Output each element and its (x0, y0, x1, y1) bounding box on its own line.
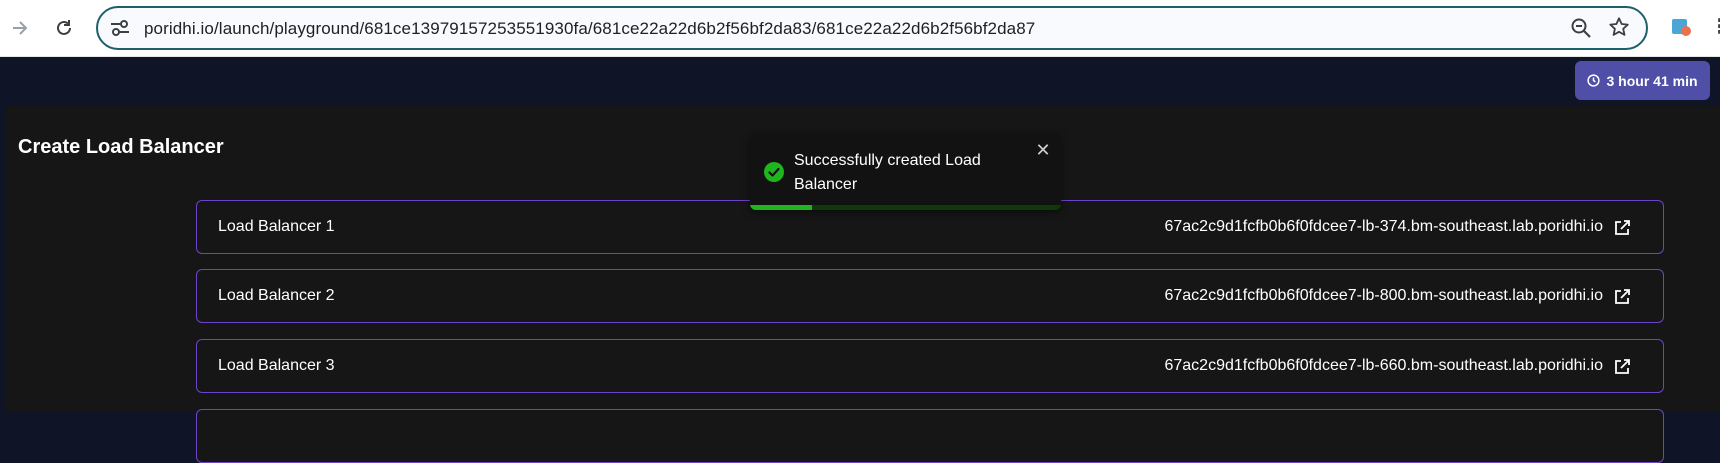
external-link-icon[interactable] (1613, 288, 1631, 306)
load-balancer-link[interactable]: 67ac2c9d1fcfb0b6f0fdcee7-lb-374.bm-south… (1164, 218, 1603, 236)
load-balancer-row: Load Balancer 2 67ac2c9d1fcfb0b6f0fdcee7… (196, 269, 1664, 323)
toast-progress-track (750, 205, 1061, 210)
load-balancer-name: Load Balancer 3 (218, 357, 335, 374)
load-balancer-name: Load Balancer 2 (218, 287, 335, 304)
load-balancer-link[interactable]: 67ac2c9d1fcfb0b6f0fdcee7-lb-800.bm-south… (1164, 287, 1603, 305)
arrow-right-icon[interactable] (4, 12, 36, 44)
url-text[interactable]: poridhi.io/launch/playground/681ce139791… (144, 19, 1035, 39)
close-icon[interactable]: ✕ (1033, 140, 1053, 160)
page-title: Create Load Balancer (18, 136, 224, 158)
load-balancer-name: Load Balancer 1 (218, 218, 335, 235)
external-link-icon[interactable] (1613, 358, 1631, 376)
browser-menu-icon[interactable]: ⋮ (1710, 14, 1720, 40)
load-balancer-row-partial (196, 409, 1664, 463)
external-link-icon[interactable] (1613, 219, 1631, 237)
success-toast: Successfully created Load Balancer ✕ (750, 134, 1061, 210)
timer-label: 3 hour 41 min (1606, 72, 1698, 89)
toast-message: Successfully created Load Balancer (794, 152, 981, 193)
extension-icon[interactable] (1670, 16, 1692, 38)
toast-progress-bar (750, 205, 813, 210)
star-icon[interactable] (1608, 16, 1630, 38)
check-circle-icon (764, 162, 784, 182)
browser-toolbar: poridhi.io/launch/playground/681ce139791… (0, 0, 1720, 57)
address-bar[interactable]: poridhi.io/launch/playground/681ce139791… (96, 6, 1648, 50)
timer-badge[interactable]: 3 hour 41 min (1575, 61, 1710, 100)
load-balancer-link[interactable]: 67ac2c9d1fcfb0b6f0fdcee7-lb-660.bm-south… (1164, 357, 1603, 375)
app-area: 3 hour 41 min Create Load Balancer Load … (0, 57, 1720, 463)
reload-icon[interactable] (48, 12, 80, 44)
clock-icon (1587, 74, 1601, 87)
tune-icon[interactable] (110, 19, 130, 37)
load-balancer-row: Load Balancer 3 67ac2c9d1fcfb0b6f0fdcee7… (196, 339, 1664, 393)
zoom-out-icon[interactable] (1570, 17, 1592, 39)
